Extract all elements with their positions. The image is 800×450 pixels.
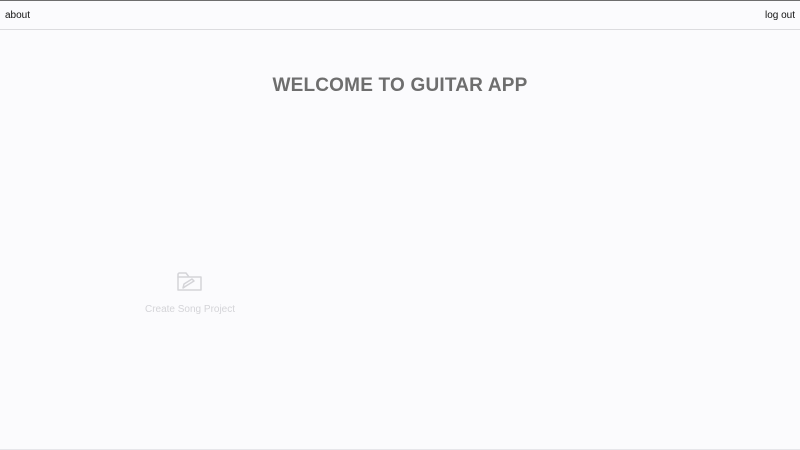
logout-link[interactable]: log out [765, 10, 795, 22]
page-title: WELCOME TO GUITAR APP [272, 75, 528, 96]
folder-edit-icon [176, 269, 204, 293]
create-song-project-button[interactable]: Create Song Project [135, 266, 245, 320]
about-link[interactable]: about [5, 10, 30, 22]
top-nav-bar: about log out [0, 0, 800, 30]
create-song-project-label: Create Song Project [144, 304, 236, 315]
